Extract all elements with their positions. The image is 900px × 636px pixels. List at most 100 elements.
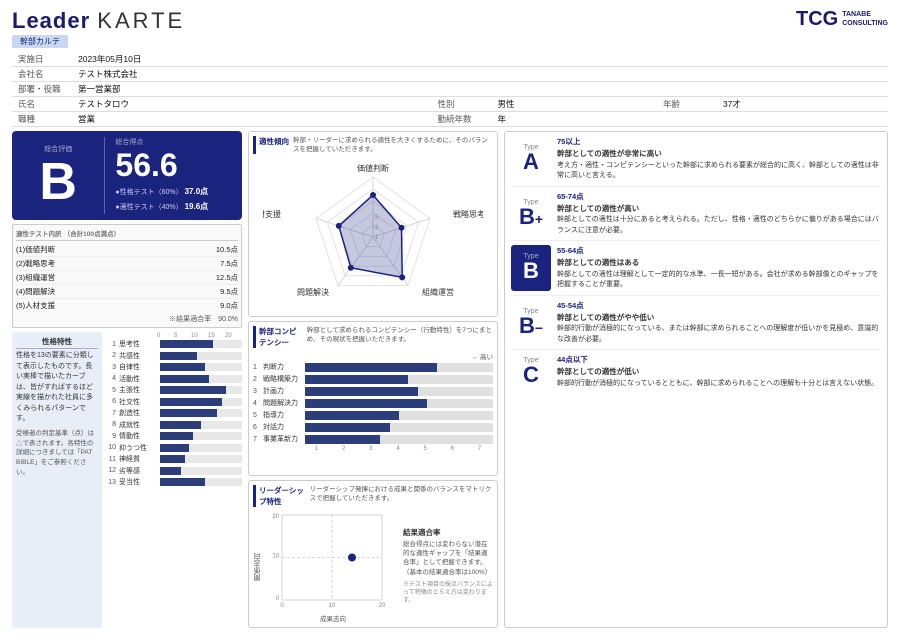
header: Leader KARTE 幹部カルテ TCG TANABECONSULTING bbox=[12, 8, 888, 48]
personality-section: 性格特性 性格を13の要素に分類して表示したものです。長い実棒で描いたカーブは、… bbox=[12, 332, 242, 628]
svg-text:価値判断: 価値判断 bbox=[357, 163, 389, 173]
radar-svg-container: 価値判断 戦略思考 組織運営 問題解決 人材支援 1 3 5 bbox=[253, 157, 493, 312]
total-value: 56.6 bbox=[115, 149, 236, 181]
competency-row: 4 問題解決力 bbox=[253, 398, 493, 408]
tanabe-text: TANABECONSULTING bbox=[842, 11, 888, 28]
header-left: Leader KARTE 幹部カルテ bbox=[12, 8, 185, 48]
type-row: Type B+ 65-74点 幹部としての適性が高い 幹部としての適性は十分にあ… bbox=[511, 191, 881, 242]
bar-chart-rows: 1 思考性 2 共感性 3 自律性 4 活動性 5 主張性 6 社交性 bbox=[106, 339, 242, 487]
competency-row: 3 計画力 bbox=[253, 386, 493, 396]
test-content-box: 適性テスト内訳 （合計100点満点） (1)価値判断10.5点(2)戦略思考7.… bbox=[12, 224, 242, 328]
test-row: (4)問題解決9.5点 bbox=[16, 285, 238, 299]
page-title: Leader KARTE bbox=[12, 8, 185, 34]
radar-header: 適性傾向 幹部・リーダーに求められる適性を大きくするために、そのバランスを把握し… bbox=[253, 136, 493, 154]
gender-label: 性別 bbox=[431, 97, 491, 112]
title-karte: KARTE bbox=[97, 8, 185, 33]
personality-label: ●性格テスト（60%） bbox=[115, 189, 182, 196]
company-label: 会社名 bbox=[12, 67, 72, 82]
score-box: 総合評価 B 総合得点 56.6 ●性格テスト（60%） 37.0点 ●適性テス… bbox=[12, 131, 242, 220]
svg-text:10: 10 bbox=[329, 603, 336, 609]
test-note: ※結果適合率 90.0% bbox=[16, 314, 238, 324]
personality-bar-row: 12 劣等感 bbox=[106, 466, 242, 476]
personality-bar-row: 9 情動性 bbox=[106, 431, 242, 441]
type-row: Type C 44点以下 幹部としての適性が低い 幹部的行動が消極的になっている… bbox=[511, 354, 881, 393]
personality-score: 37.0点 bbox=[185, 187, 209, 196]
karte-badge: 幹部カルテ bbox=[12, 35, 68, 48]
competency-box: 幹部コンピテンシー 幹部として求められるコンピテンシー（行動特性）を7つにまとめ… bbox=[248, 321, 498, 476]
svg-text:20: 20 bbox=[272, 514, 279, 520]
right-column: Type A 75以上 幹部としての適性が非常に高い 考え方・適性・コンピテンシ… bbox=[504, 131, 888, 628]
type-row: Type A 75以上 幹部としての適性が非常に高い 考え方・適性・コンピテンシ… bbox=[511, 136, 881, 187]
radar-svg: 価値判断 戦略思考 組織運営 問題解決 人材支援 1 3 5 bbox=[263, 157, 483, 312]
type-row: Type B 55-64点 幹部としての適性はある 幹部としての適性は理解として… bbox=[511, 245, 881, 296]
header-right: TCG TANABECONSULTING bbox=[796, 8, 888, 31]
years-value: 年 bbox=[491, 112, 657, 127]
date-value: 2023年05月10日 bbox=[72, 52, 888, 67]
personality-bar-row: 11 神経質 bbox=[106, 454, 242, 464]
comp-title: 幹部コンピテンシー bbox=[253, 326, 303, 348]
competency-row: 6 対話力 bbox=[253, 422, 493, 432]
y-axis-label: 関係志向 bbox=[253, 553, 263, 581]
comp-axis: 1234567 bbox=[303, 446, 493, 452]
test-row: (2)戦略思考7.5点 bbox=[16, 257, 238, 271]
svg-text:問題解決: 問題解決 bbox=[297, 287, 329, 297]
aptitude-score: 19.6点 bbox=[185, 202, 209, 211]
competency-row: 2 戦略構築力 bbox=[253, 374, 493, 384]
scatter-container: 関係志向 0 10 20 0 1 bbox=[253, 510, 493, 623]
footnote: ※テスト項目の採点バランスによって特徴のとらえ方は変わります。 bbox=[403, 581, 493, 606]
total-label: 総合得点 bbox=[115, 137, 236, 147]
dept-label: 部署・役職 bbox=[12, 82, 72, 97]
gender-value: 男性 bbox=[491, 97, 657, 112]
left-column: 総合評価 B 総合得点 56.6 ●性格テスト（60%） 37.0点 ●適性テス… bbox=[12, 131, 242, 628]
aptitude-label: ●適性テスト（40%） bbox=[115, 204, 182, 211]
leadership-title: リーダーシップ特性 bbox=[253, 485, 306, 507]
competency-row: 7 事業革新力 bbox=[253, 434, 493, 444]
personality-desc: 性格を13の要素に分類して表示したものです。長い実棒で描いたカーブは、皆がすれば… bbox=[16, 351, 98, 425]
years-label: 勤続年数 bbox=[431, 112, 491, 127]
grade-value: B bbox=[39, 156, 77, 208]
svg-text:戦略思考: 戦略思考 bbox=[453, 209, 483, 219]
radar-box: 適性傾向 幹部・リーダーに求められる適性を大きくするために、そのバランスを把握し… bbox=[248, 131, 498, 317]
comp-header: 幹部コンピテンシー 幹部として求められるコンピテンシー（行動特性）を7つにまとめ… bbox=[253, 326, 493, 348]
personality-bar-row: 4 活動性 bbox=[106, 374, 242, 384]
type-rows: Type A 75以上 幹部としての適性が非常に高い 考え方・適性・コンピテンシ… bbox=[511, 136, 881, 393]
job-label: 職種 bbox=[12, 112, 72, 127]
competency-row: 5 指導力 bbox=[253, 410, 493, 420]
x-axis-label: 成果志向 bbox=[267, 613, 399, 623]
score-detail: ●性格テスト（60%） 37.0点 ●適性テスト（40%） 19.6点 bbox=[115, 185, 236, 214]
personality-bar-row: 13 妥当性 bbox=[106, 477, 242, 487]
company-value: テスト株式会社 bbox=[72, 67, 888, 82]
age-label: 年齢 bbox=[657, 97, 717, 112]
test-content-header: 適性テスト内訳 （合計100点満点） bbox=[16, 228, 238, 241]
info-table: 実施日 2023年05月10日 会社名 テスト株式会社 部署・役職 第一営業部 … bbox=[12, 52, 888, 127]
leadership-desc: リーダーシップ発揮における成果と関係のバランスをマトリクスで把握していただきます… bbox=[310, 485, 493, 507]
competency-row: 1 判断力 bbox=[253, 362, 493, 372]
svg-text:人材支援: 人材支援 bbox=[263, 209, 281, 219]
date-label: 実施日 bbox=[12, 52, 72, 67]
test-row: (3)組織運営12.5点 bbox=[16, 271, 238, 285]
svg-text:組織運営: 組織運営 bbox=[422, 287, 454, 297]
comp-rows: 1 判断力 2 戦略構築力 3 計画力 4 問題解決力 5 指導力 6 対話力 bbox=[253, 362, 493, 444]
tcg-text: TCG bbox=[796, 8, 838, 31]
leadership-box: リーダーシップ特性 リーダーシップ発揮における成果と関係のバランスをマトリクスで… bbox=[248, 480, 498, 628]
personality-bar-row: 8 成就性 bbox=[106, 420, 242, 430]
personality-bar-row: 10 抑うつ性 bbox=[106, 443, 242, 453]
comp-high-label: ← 高い bbox=[303, 351, 493, 361]
personality-note2: 受検者の判定基準（点）は△で表されます。各特性の詳細につきましては「PAT BI… bbox=[16, 429, 98, 478]
title-leader: Leader bbox=[12, 8, 90, 33]
personality-bar-row: 2 共感性 bbox=[106, 351, 242, 361]
tcg-logo: TCG TANABECONSULTING bbox=[796, 8, 888, 31]
scatter-note-area: 結果適合率 総合得点には変わらない潜在的な適性ギャップを「結果適合率」として把握… bbox=[403, 527, 493, 606]
svg-text:0: 0 bbox=[280, 603, 284, 609]
radar-desc: 幹部・リーダーに求められる適性を大きくするために、そのバランスを把握していただき… bbox=[293, 136, 493, 154]
score-right: 総合得点 56.6 ●性格テスト（60%） 37.0点 ●適性テスト（40%） … bbox=[111, 137, 236, 214]
type-row: Type B− 45-54点 幹部としての適性がやや低い 幹部的行動が消極的にな… bbox=[511, 300, 881, 351]
scatter-area: 0 10 20 0 10 20 成果志向 bbox=[267, 510, 399, 623]
result-note-title: 結果適合率 bbox=[403, 527, 493, 538]
personality-title: 性格特性 bbox=[16, 336, 98, 349]
personality-bar-row: 7 創造性 bbox=[106, 408, 242, 418]
test-row: (1)価値判断10.5点 bbox=[16, 243, 238, 257]
name-value: テストタロウ bbox=[72, 97, 431, 112]
personality-bar-row: 3 自律性 bbox=[106, 362, 242, 372]
score-left: 総合評価 B bbox=[18, 137, 105, 214]
